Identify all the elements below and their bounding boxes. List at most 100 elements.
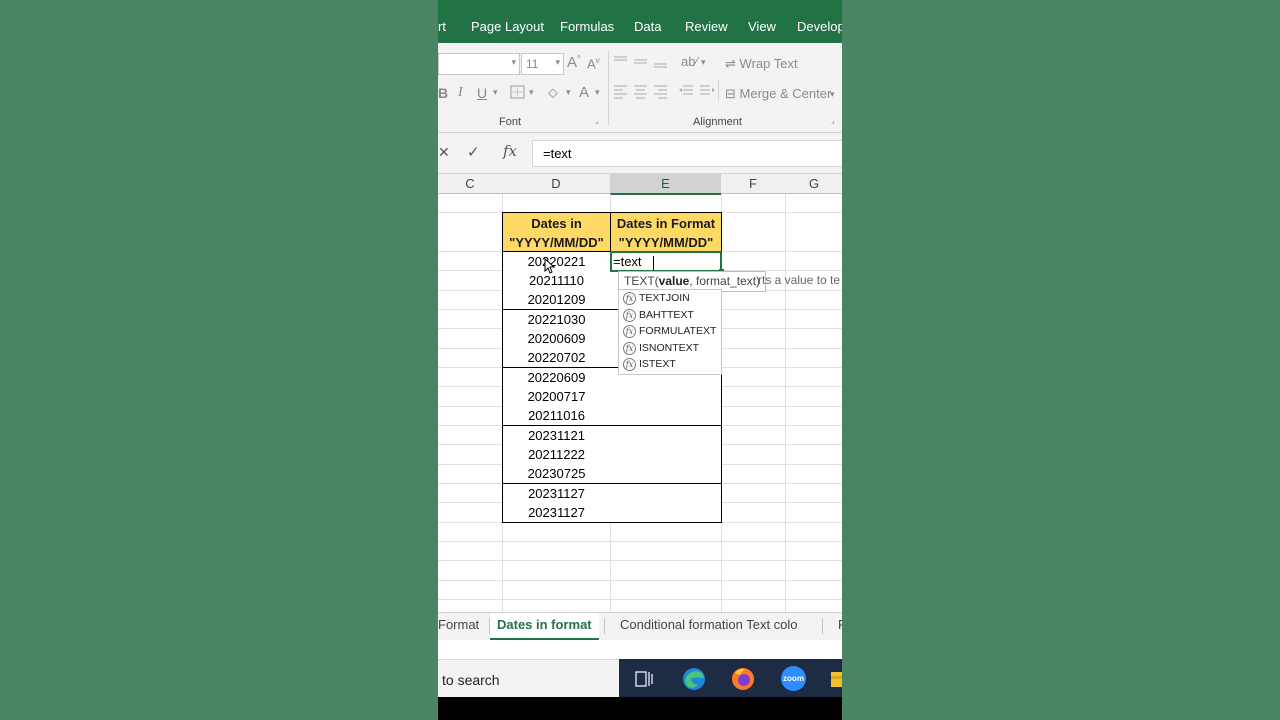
date-cell[interactable]: 20211222 <box>502 445 611 465</box>
autocomplete-item[interactable]: fx ISNONTEXT <box>623 340 699 356</box>
tab-insert[interactable]: rt <box>438 19 446 34</box>
tab-review[interactable]: Review <box>685 19 728 34</box>
wrap-text-label: Wrap Text <box>739 56 798 71</box>
sheet-tab-conditional-formation[interactable]: Conditional formation Text colo <box>620 613 798 640</box>
ribbon-body: ▾ 11 ▾ A^ Av B I U ▾ ▾ ⬦ ▾ A ▾ ab⁄ ▾ ⇌ W… <box>438 43 842 133</box>
date-cell[interactable]: 20200717 <box>502 387 611 407</box>
date-cell[interactable]: 20201209 <box>502 290 611 310</box>
sheet-tab-more[interactable]: F <box>838 613 842 640</box>
borders-icon[interactable] <box>510 85 526 100</box>
underline-button[interactable]: U <box>477 85 487 101</box>
fill-color-icon[interactable]: ⬦ <box>548 84 558 101</box>
date-cell[interactable]: 20231121 <box>502 426 611 446</box>
font-color-icon[interactable]: A <box>579 84 589 101</box>
date-cell[interactable]: 20220609 <box>502 368 611 388</box>
gridline <box>438 599 842 600</box>
increase-font-icon[interactable]: A^ <box>567 54 581 71</box>
date-cell[interactable]: 20231127 <box>502 484 611 504</box>
enter-icon[interactable]: ✓ <box>467 143 480 161</box>
bold-button[interactable]: B <box>438 85 448 101</box>
chevron-down-icon[interactable]: ▾ <box>701 57 706 68</box>
format-cell[interactable] <box>610 426 722 446</box>
taskbar-search-box[interactable]: to search <box>438 659 619 698</box>
chevron-down-icon: ▾ <box>555 57 560 67</box>
worksheet-grid[interactable]: C D E F G Dates in "YYYY/MM/DD" Dates in… <box>438 174 842 612</box>
font-group-label: Font <box>499 116 522 128</box>
column-header-f[interactable]: F <box>721 174 786 194</box>
header-cell-dates-in-format[interactable]: Dates in Format "YYYY/MM/DD" <box>610 212 722 252</box>
cancel-icon[interactable]: ✕ <box>438 144 450 161</box>
date-cell[interactable]: 20221030 <box>502 310 611 330</box>
autocomplete-label: BAHTTEXT <box>639 309 694 321</box>
vertical-align-icons[interactable] <box>613 55 673 69</box>
function-icon: fx <box>623 291 636 305</box>
zoom-app-icon[interactable]: zoom <box>781 666 806 691</box>
firefox-icon[interactable] <box>730 665 756 691</box>
tab-view[interactable]: View <box>748 19 776 34</box>
column-header-d[interactable]: D <box>502 174 611 194</box>
function-icon: fx <box>623 357 636 371</box>
active-cell-editor[interactable]: =text <box>610 251 722 272</box>
date-cell[interactable]: 20211016 <box>502 406 611 426</box>
font-size-value: 11 <box>526 57 539 71</box>
autocomplete-item[interactable]: fx ISTEXT <box>623 356 676 372</box>
merge-center-icon: ⊟ <box>725 86 736 101</box>
tab-page-layout[interactable]: Page Layout <box>471 19 544 34</box>
insert-function-icon[interactable]: fx <box>503 142 517 160</box>
decrease-font-icon[interactable]: Av <box>587 56 600 71</box>
format-cell[interactable] <box>610 445 722 465</box>
date-cell[interactable]: 20200609 <box>502 329 611 349</box>
function-autocomplete-list[interactable]: fx TEXTJOIN fx BAHTTEXT fx FORMULATEXT fx IS… <box>618 289 722 375</box>
sheet-tab-dates-in-format[interactable]: Dates in format <box>490 613 599 640</box>
autocomplete-label: TEXTJOIN <box>639 292 690 304</box>
italic-button[interactable]: I <box>458 85 463 101</box>
wrap-text-button[interactable]: ⇌ Wrap Text <box>725 56 798 72</box>
tab-data[interactable]: Data <box>634 19 661 34</box>
font-name-box[interactable]: ▾ <box>438 53 520 75</box>
task-view-icon[interactable] <box>634 669 654 689</box>
tab-separator <box>822 618 823 634</box>
dialog-launcher-icon[interactable]: ⌟ <box>595 116 599 125</box>
merge-center-button[interactable]: ⊟ Merge & Center <box>725 86 831 102</box>
horizontal-align-icons[interactable] <box>613 84 673 99</box>
function-icon: fx <box>623 341 636 355</box>
column-header-c[interactable]: C <box>438 174 503 194</box>
tab-developer[interactable]: Develop <box>797 19 842 34</box>
excel-screen: rt Page Layout Formulas Data Review View… <box>438 0 842 720</box>
date-cell[interactable]: 20230725 <box>502 464 611 484</box>
header-cell-dates-in[interactable]: Dates in "YYYY/MM/DD" <box>502 212 611 252</box>
column-header-g[interactable]: G <box>785 174 842 194</box>
format-cell[interactable] <box>610 464 722 484</box>
chevron-down-icon[interactable]: ▾ <box>566 87 571 98</box>
search-placeholder: to search <box>442 672 500 688</box>
autocomplete-label: ISTEXT <box>639 358 676 370</box>
chevron-down-icon[interactable]: ▾ <box>493 87 498 98</box>
tab-formulas[interactable]: Formulas <box>560 19 614 34</box>
wrap-text-icon: ⇌ <box>725 56 736 71</box>
chevron-down-icon[interactable]: ▾ <box>830 89 835 100</box>
autocomplete-item[interactable]: fx TEXTJOIN <box>623 290 690 306</box>
format-cell[interactable] <box>610 387 722 407</box>
tooltip-active-arg: value <box>658 274 690 288</box>
date-cell[interactable]: 20231127 <box>502 503 611 523</box>
edge-browser-icon[interactable] <box>681 666 707 692</box>
dialog-launcher-icon[interactable]: ⌟ <box>831 116 835 125</box>
gridline <box>438 580 842 581</box>
autocomplete-item[interactable]: fx FORMULATEXT <box>623 323 716 339</box>
sheet-tab-format[interactable]: Format <box>438 613 479 640</box>
format-cell[interactable] <box>610 503 722 523</box>
indent-icons[interactable] <box>678 84 716 99</box>
font-size-box[interactable]: 11 ▾ <box>521 53 564 75</box>
tooltip-args: , format_text) <box>689 274 761 288</box>
format-cell[interactable] <box>610 406 722 426</box>
formula-input[interactable]: =text <box>532 140 842 167</box>
file-explorer-icon[interactable] <box>830 669 842 689</box>
chevron-down-icon[interactable]: ▾ <box>595 87 600 98</box>
chevron-down-icon[interactable]: ▾ <box>529 87 534 98</box>
date-cell[interactable]: 20220702 <box>502 348 611 368</box>
function-description: rts a value to te <box>758 273 841 287</box>
autocomplete-item[interactable]: fx BAHTTEXT <box>623 307 694 323</box>
orientation-icon[interactable]: ab⁄ <box>681 54 698 69</box>
format-cell[interactable] <box>610 484 722 504</box>
column-header-e[interactable]: E <box>610 174 722 195</box>
